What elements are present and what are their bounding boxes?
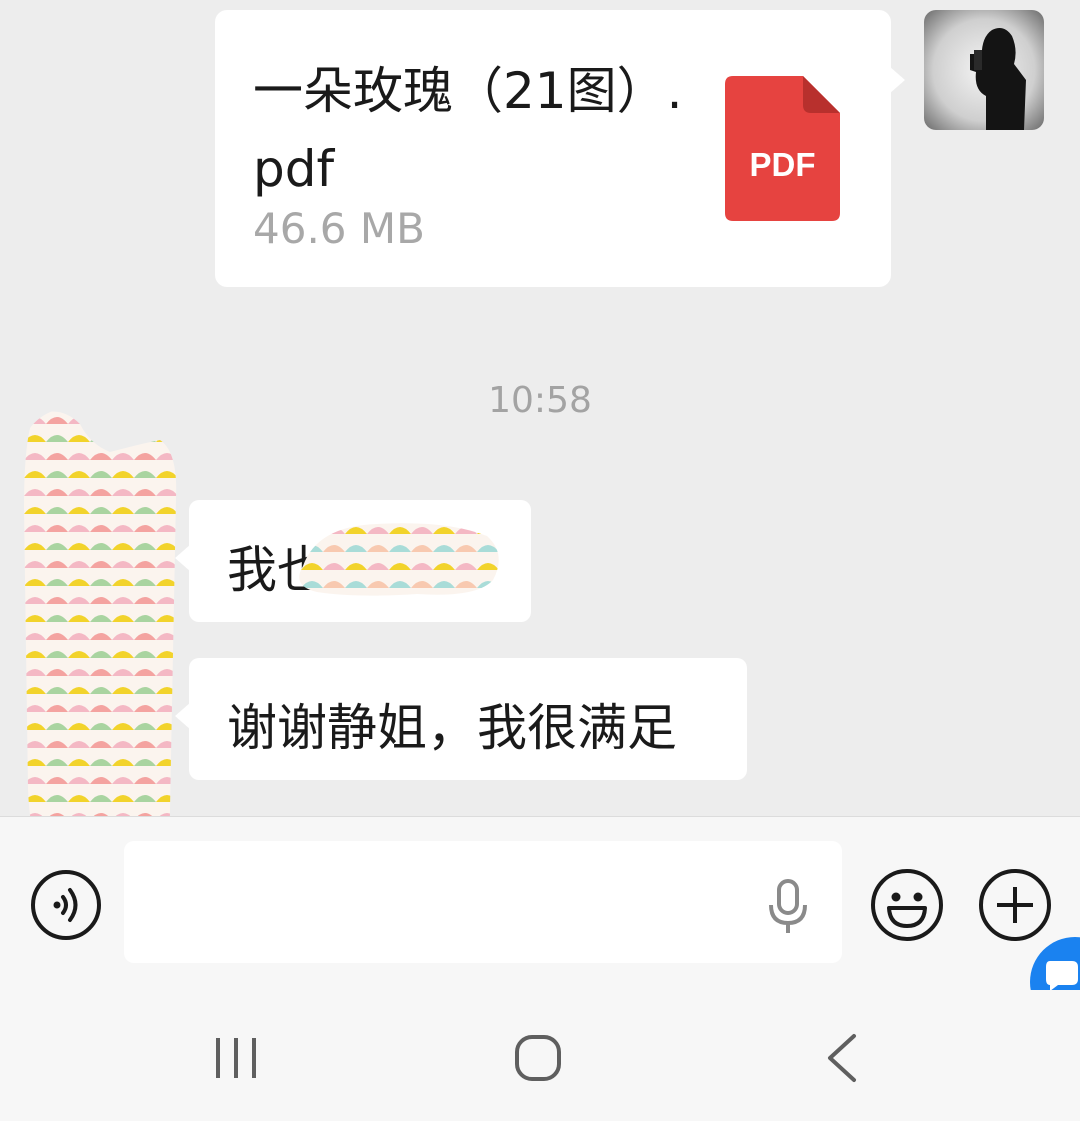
chat-input-bar <box>0 816 1080 1027</box>
home-icon[interactable] <box>514 1034 562 1082</box>
pdf-icon-label: PDF <box>749 146 816 183</box>
self-avatar[interactable] <box>924 10 1044 130</box>
file-name: 一朵玫瑰（21图）.pdf <box>253 62 683 198</box>
back-icon[interactable] <box>822 1032 862 1084</box>
contact-avatar[interactable] <box>20 408 180 816</box>
plus-icon[interactable] <box>978 868 1052 942</box>
recents-icon[interactable] <box>212 1036 262 1080</box>
file-message-bubble[interactable]: 一朵玫瑰（21图）.pdf 46.6 MB PDF <box>215 10 905 287</box>
message-text: 谢谢静姐，我很满足 <box>227 699 677 757</box>
file-size: 46.6 MB <box>253 204 425 253</box>
system-navigation-bar <box>0 990 1080 1121</box>
incoming-message-bubble[interactable]: 我也 <box>175 500 531 622</box>
voice-mode-icon[interactable] <box>30 869 102 941</box>
emoji-icon[interactable] <box>870 868 944 942</box>
incoming-message-bubble[interactable]: 谢谢静姐，我很满足 <box>175 658 747 780</box>
privacy-mask-sticker <box>299 523 499 596</box>
pdf-file-icon: PDF <box>725 76 840 221</box>
chat-message-area[interactable]: 一朵玫瑰（21图）.pdf 46.6 MB PDF 10:58 我也 谢谢静姐，… <box>0 0 1080 816</box>
message-text-input[interactable] <box>124 841 842 963</box>
